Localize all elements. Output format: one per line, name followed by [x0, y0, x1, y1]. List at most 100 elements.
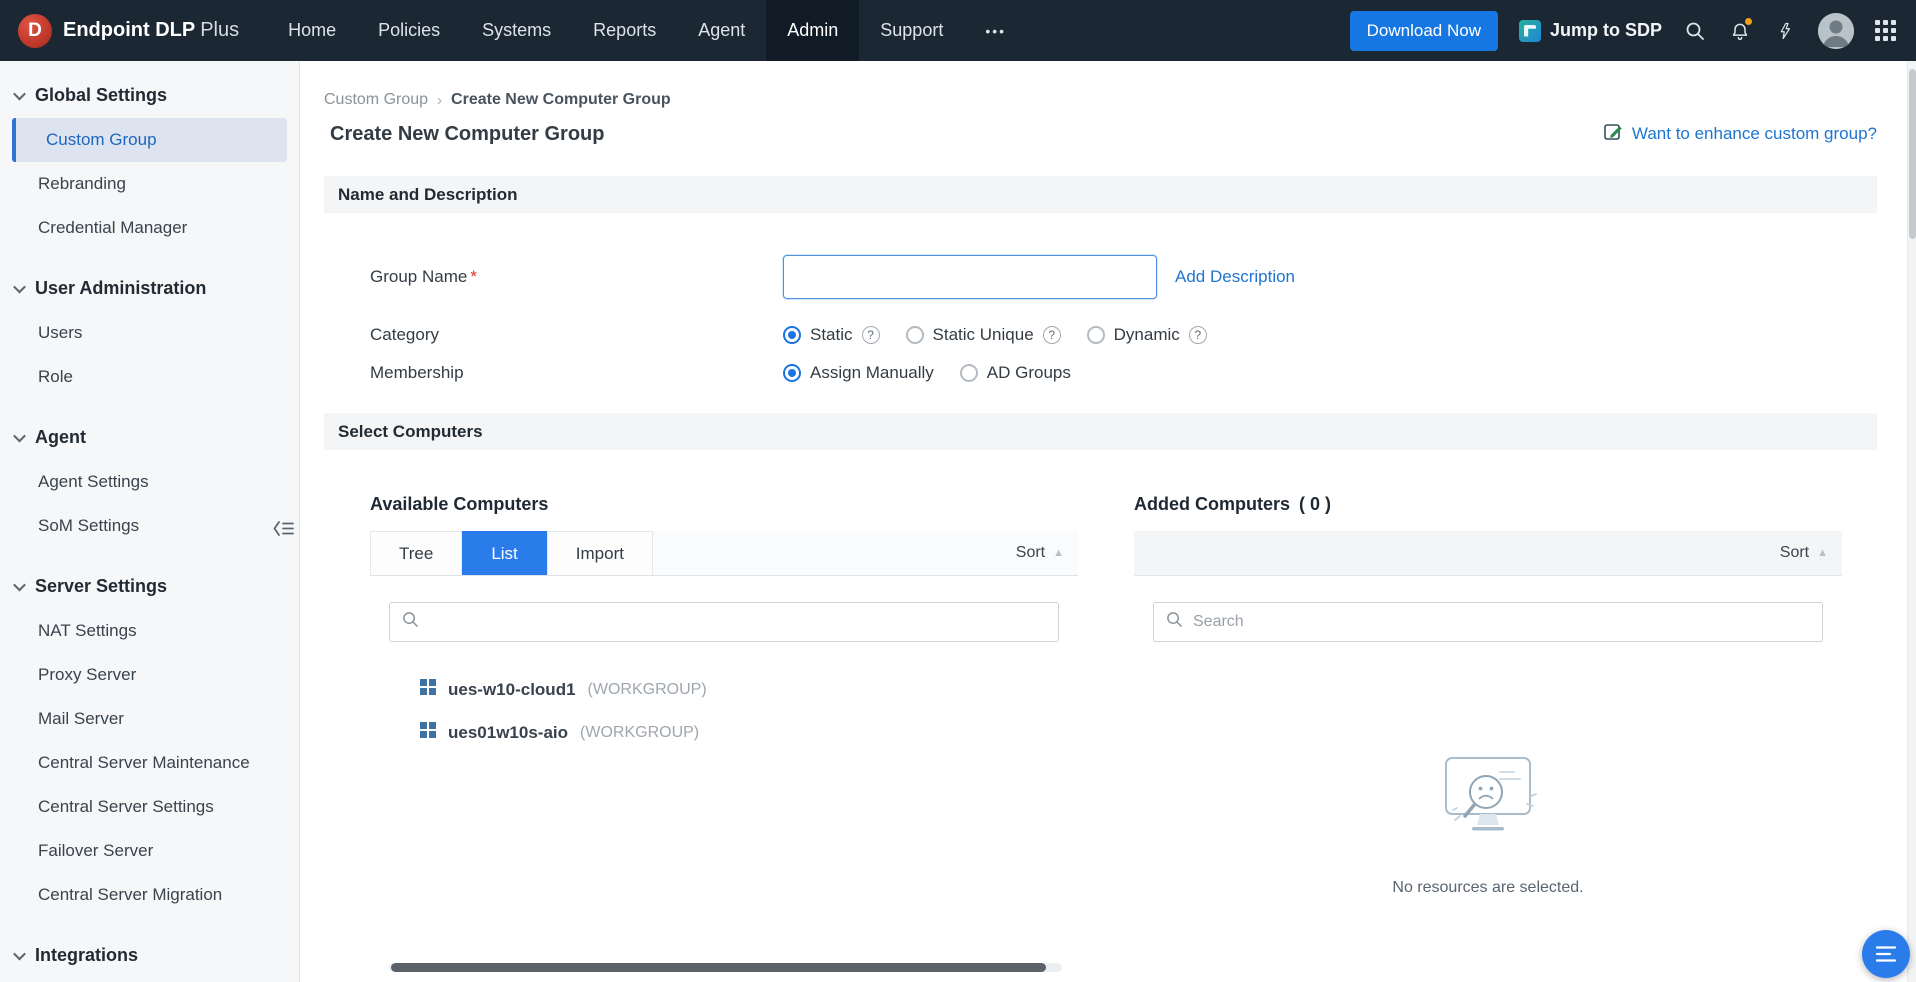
sidebar-item-users[interactable]: Users: [0, 311, 299, 355]
computer-name: ues-w10-cloud1: [448, 680, 576, 700]
sidebar-header-label: Server Settings: [35, 576, 167, 597]
add-description-link[interactable]: Add Description: [1175, 267, 1295, 287]
computer-domain: (WORKGROUP): [580, 724, 699, 742]
sidebar-section-global-settings: Global Settings Custom Group Rebranding …: [0, 69, 299, 250]
group-name-input[interactable]: [783, 255, 1157, 299]
user-avatar[interactable]: [1818, 13, 1854, 49]
sidebar-header-agent[interactable]: Agent: [0, 411, 299, 460]
nav-systems[interactable]: Systems: [461, 0, 572, 61]
sidebar-item-som-settings[interactable]: SoM Settings: [0, 504, 299, 548]
added-computers-count: ( 0 ): [1299, 494, 1331, 514]
download-now-button[interactable]: Download Now: [1350, 11, 1498, 51]
nav-support[interactable]: Support: [859, 0, 964, 61]
sidebar-collapse-toggle[interactable]: [271, 517, 297, 539]
computer-row-ues01w10s-aio[interactable]: ues01w10s-aio (WORKGROUP): [370, 711, 1078, 754]
added-search-input[interactable]: [1193, 613, 1810, 631]
sidebar-header-user-administration[interactable]: User Administration: [0, 262, 299, 311]
windows-icon: [420, 722, 436, 743]
notification-badge-dot: [1745, 18, 1752, 25]
sidebar-header-integrations[interactable]: Integrations: [0, 929, 299, 978]
radio-static[interactable]: Static: [783, 325, 853, 345]
chevron-down-icon: [13, 88, 26, 101]
sort-added-button[interactable]: Sort ▲: [1780, 544, 1842, 562]
nav-policies[interactable]: Policies: [357, 0, 461, 61]
tab-tree[interactable]: Tree: [370, 531, 462, 575]
radio-dynamic[interactable]: Dynamic: [1087, 325, 1180, 345]
jump-to-sdp-label: Jump to SDP: [1550, 20, 1662, 41]
quick-actions-fab[interactable]: [1862, 930, 1910, 978]
nav-reports[interactable]: Reports: [572, 0, 677, 61]
apps-grid-icon[interactable]: [1875, 20, 1896, 41]
radio-ad-groups[interactable]: AD Groups: [960, 363, 1071, 383]
sidebar-item-credential-manager[interactable]: Credential Manager: [0, 206, 299, 250]
sidebar-section-integrations: Integrations: [0, 929, 299, 978]
search-icon: [1166, 611, 1183, 633]
vertical-scrollbar[interactable]: [1907, 61, 1916, 982]
sort-asc-arrow-icon: ▲: [1053, 547, 1064, 559]
settings-sidebar: Global Settings Custom Group Rebranding …: [0, 61, 300, 982]
edit-pencil-icon: [1604, 122, 1623, 146]
help-icon-static-unique[interactable]: ?: [1043, 326, 1061, 344]
enhance-custom-group-link[interactable]: Want to enhance custom group?: [1604, 122, 1877, 146]
radio-assign-manually[interactable]: Assign Manually: [783, 363, 934, 383]
vertical-scrollbar-thumb[interactable]: [1909, 69, 1916, 239]
sidebar-item-nat-settings[interactable]: NAT Settings: [0, 609, 299, 653]
sort-available-button[interactable]: Sort ▲: [1016, 531, 1078, 575]
radio-assign-manually-label: Assign Manually: [810, 363, 934, 383]
sidebar-item-proxy-server[interactable]: Proxy Server: [0, 653, 299, 697]
group-name-row: Group Name* Add Description: [370, 255, 1907, 299]
computer-domain: (WORKGROUP): [588, 681, 707, 699]
sidebar-item-agent-settings[interactable]: Agent Settings: [0, 460, 299, 504]
computer-row-ues-w10-cloud1[interactable]: ues-w10-cloud1 (WORKGROUP): [370, 668, 1078, 711]
breadcrumb: Custom Group › Create New Computer Group: [300, 61, 1907, 109]
nav-agent[interactable]: Agent: [677, 0, 766, 61]
nav-more-icon[interactable]: •••: [964, 0, 1027, 61]
radio-static-unique[interactable]: Static Unique: [906, 325, 1034, 345]
group-name-label: Group Name*: [370, 267, 783, 287]
horizontal-scrollbar-thumb[interactable]: [391, 963, 1046, 972]
sidebar-item-central-server-migration[interactable]: Central Server Migration: [0, 873, 299, 917]
horizontal-scrollbar[interactable]: [389, 963, 1062, 972]
sidebar-section-user-administration: User Administration Users Role: [0, 262, 299, 399]
sidebar-item-custom-group[interactable]: Custom Group: [12, 118, 287, 162]
empty-state: No resources are selected.: [1134, 750, 1842, 897]
sidebar-item-mail-server[interactable]: Mail Server: [0, 697, 299, 741]
category-row: Category Static ? Static Unique ? Dynami…: [370, 325, 1907, 345]
app-logo-icon: D: [18, 14, 52, 48]
help-icon-static[interactable]: ?: [862, 326, 880, 344]
notifications-bell-icon[interactable]: [1728, 19, 1752, 43]
tab-list[interactable]: List: [462, 531, 546, 575]
sidebar-item-central-server-maintenance[interactable]: Central Server Maintenance: [0, 741, 299, 785]
search-icon[interactable]: [1683, 19, 1707, 43]
sort-label: Sort: [1780, 544, 1809, 562]
added-computers-panel: Added Computers ( 0 ) Sort ▲: [1134, 494, 1842, 897]
membership-label: Membership: [370, 363, 783, 383]
nav-home[interactable]: Home: [267, 0, 357, 61]
membership-row: Membership Assign Manually AD Groups: [370, 363, 1907, 383]
chevron-down-icon: [13, 430, 26, 443]
jump-to-sdp-link[interactable]: Jump to SDP: [1519, 20, 1662, 42]
help-icon-dynamic[interactable]: ?: [1189, 326, 1207, 344]
sidebar-item-central-server-settings[interactable]: Central Server Settings: [0, 785, 299, 829]
available-searchbox: [389, 602, 1059, 642]
sidebar-header-server-settings[interactable]: Server Settings: [0, 560, 299, 609]
section-name-description: Name and Description: [324, 176, 1877, 213]
tab-import[interactable]: Import: [547, 531, 653, 575]
sort-asc-arrow-icon: ▲: [1817, 547, 1828, 559]
sidebar-item-failover-server[interactable]: Failover Server: [0, 829, 299, 873]
sidebar-section-server-settings: Server Settings NAT Settings Proxy Serve…: [0, 560, 299, 917]
group-name-label-text: Group Name: [370, 267, 467, 286]
breadcrumb-custom-group[interactable]: Custom Group: [324, 91, 428, 109]
nav-admin[interactable]: Admin: [766, 0, 859, 61]
whats-new-lightning-icon[interactable]: [1773, 19, 1797, 43]
sidebar-header-global-settings[interactable]: Global Settings: [0, 69, 299, 118]
added-searchbox: [1153, 602, 1823, 642]
brand-primary: Endpoint DLP: [63, 19, 195, 41]
available-computers-title: Available Computers: [370, 494, 1078, 515]
available-computer-list: ues-w10-cloud1 (WORKGROUP) ues01w10s-aio…: [370, 668, 1078, 754]
sidebar-item-rebranding[interactable]: Rebranding: [0, 162, 299, 206]
app-brand[interactable]: D Endpoint DLPPlus: [0, 0, 267, 61]
sidebar-item-role[interactable]: Role: [0, 355, 299, 399]
chevron-down-icon: [13, 579, 26, 592]
available-search-input[interactable]: [429, 613, 1046, 631]
